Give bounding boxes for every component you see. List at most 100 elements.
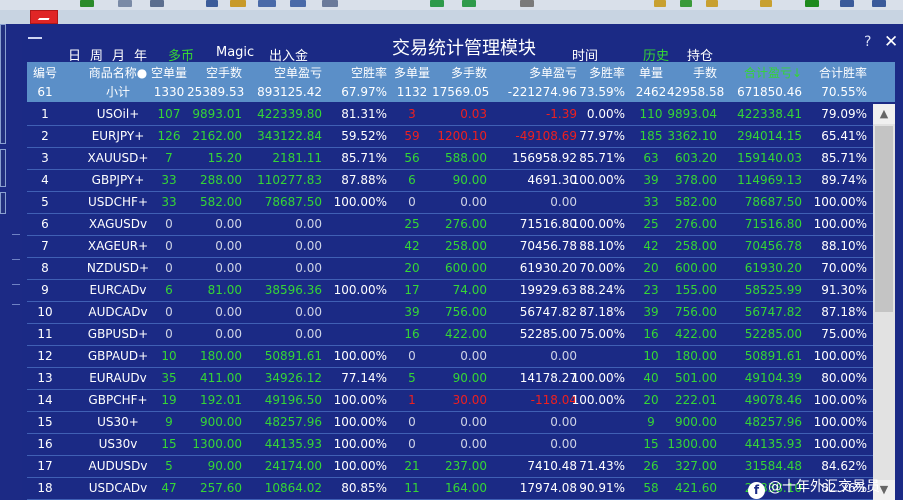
table-cell: 65.41% <box>821 129 867 143</box>
table-cell: 14178.27 <box>519 371 577 385</box>
summary-cell: 1330 <box>153 85 185 99</box>
table-cell: 20 <box>404 261 420 275</box>
table-cell: 237.00 <box>445 459 487 473</box>
col-id[interactable]: 编号 <box>27 64 63 82</box>
table-cell: 80.00% <box>821 371 867 385</box>
table-cell: 0.03 <box>460 107 487 121</box>
table-cell: 0 <box>408 415 416 429</box>
table-cell: 44135.93 <box>264 437 322 451</box>
table-cell: 100.00% <box>813 393 867 407</box>
table-cell: 25 <box>404 217 420 231</box>
table-cell: 0.00 <box>550 195 577 209</box>
scroll-up-icon[interactable]: ▲ <box>873 104 895 124</box>
table-cell: 100.00% <box>333 415 387 429</box>
table-row[interactable]: 4 GBPJPY+ 33 288.00 110277.83 87.88% 6 90.00 469… <box>27 170 873 192</box>
table-cell: 276.00 <box>445 217 487 231</box>
table-cell: 49196.50 <box>264 393 322 407</box>
table-cell: 0.00 <box>215 327 242 341</box>
table-row[interactable]: 1 USOil+ 107 9893.01 422339.80 81.31% 3 0.03 -1.… <box>27 104 873 126</box>
table-cell: 49078.46 <box>744 393 802 407</box>
table-cell: 0.00 <box>460 415 487 429</box>
table-cell: 17 <box>37 459 53 473</box>
table-row[interactable]: 18 USDCADv 47 257.60 10864.02 80.85% 11 164.00 1… <box>27 478 873 500</box>
scroll-thumb[interactable] <box>875 126 893 312</box>
col-long-pnl[interactable]: 多单盈亏 <box>487 64 577 82</box>
table-cell: 185 <box>639 129 663 143</box>
magic-filter-button[interactable]: Magic <box>216 45 254 60</box>
col-short-pnl[interactable]: 空单盈亏 <box>237 64 322 82</box>
col-total-lots[interactable]: 手数 <box>667 64 717 82</box>
col-short-count[interactable]: 空单量 <box>149 64 189 82</box>
table-cell: 1300.00 <box>667 437 717 451</box>
table-cell: 90.00 <box>207 459 242 473</box>
summary-cell: 70.55% <box>821 85 867 99</box>
table-cell: 411.00 <box>200 371 242 385</box>
table-cell: 156958.92 <box>512 151 577 165</box>
table-cell: 87.18% <box>821 305 867 319</box>
close-icon[interactable]: ✕ <box>884 32 898 52</box>
table-cell: 17974.08 <box>519 481 577 495</box>
table-cell: 75.00% <box>821 327 867 341</box>
col-long-lots[interactable]: 多手数 <box>432 64 487 82</box>
table-row[interactable]: 2 EURJPY+ 126 2162.00 343122.84 59.52% 59 1200.… <box>27 126 873 148</box>
table-row[interactable]: 3 XAUUSD+ 7 15.20 2181.11 85.71% 56 588.00 15695… <box>27 148 873 170</box>
table-cell: 2 <box>41 129 49 143</box>
table-cell: 81.00 <box>207 283 242 297</box>
table-cell: 70.00% <box>579 261 625 275</box>
table-cell: 582.00 <box>675 195 717 209</box>
table-row[interactable]: 10 AUDCADv 0 0.00 0.00 39 756.00 56747.82 87.18%… <box>27 302 873 324</box>
table-cell: 59.52% <box>341 129 387 143</box>
table-row[interactable]: 16 US30v 15 1300.00 44135.93 100.00% 0 0.00 0.00… <box>27 434 873 456</box>
table-row[interactable]: 15 US30+ 9 900.00 48257.96 100.00% 0 0.00 0.00 9 9… <box>27 412 873 434</box>
table-cell: 422.00 <box>675 327 717 341</box>
table-cell: 100.00% <box>813 217 867 231</box>
minimize-button[interactable] <box>28 37 42 39</box>
table-cell: 78687.50 <box>744 195 802 209</box>
table-cell: 3 <box>41 151 49 165</box>
table-row[interactable]: 8 NZDUSD+ 0 0.00 0.00 20 600.00 61930.20 70.00% 2… <box>27 258 873 280</box>
col-short-winrate[interactable]: 空胜率 <box>327 64 387 82</box>
table-row[interactable]: 11 GBPUSD+ 0 0.00 0.00 16 422.00 52285.00 75.00%… <box>27 324 873 346</box>
table-row[interactable]: 9 EURCADv 6 81.00 38596.36 100.00% 17 74.00 1992… <box>27 280 873 302</box>
help-icon[interactable]: ? <box>864 34 871 50</box>
table-cell: 107 <box>157 107 181 121</box>
table-row[interactable]: 7 XAGEUR+ 0 0.00 0.00 42 258.00 70456.78 88.10% 4… <box>27 236 873 258</box>
table-cell: 114969.13 <box>737 173 802 187</box>
summary-cell: 42958.58 <box>667 85 725 99</box>
table-row[interactable]: 6 XAGUSDv 0 0.00 0.00 25 276.00 71516.80 100.00%… <box>27 214 873 236</box>
table-cell: 89.74% <box>821 173 867 187</box>
table-cell: 378.00 <box>675 173 717 187</box>
table-cell: 52285.00 <box>744 327 802 341</box>
table-cell: 13 <box>37 371 53 385</box>
table-row[interactable]: 14 GBPCHF+ 19 192.01 49196.50 100.00% 1 30.00 -1… <box>27 390 873 412</box>
table-cell: 582.00 <box>200 195 242 209</box>
table-cell: 0.00 <box>295 261 322 275</box>
table-cell: 155.00 <box>675 283 717 297</box>
symbol-table-body[interactable]: 1 USOil+ 107 9893.01 422339.80 81.31% 3 0.03 -1.… <box>27 104 873 500</box>
table-row[interactable]: 13 EURAUDv 35 411.00 34926.12 77.14% 5 90.00 141… <box>27 368 873 390</box>
table-row[interactable]: 17 AUDUSDv 5 90.00 24174.00 100.00% 21 237.00 74… <box>27 456 873 478</box>
table-cell: 0.00 <box>295 239 322 253</box>
col-total-pnl[interactable]: 合计盈亏↓ <box>717 64 802 82</box>
col-long-winrate[interactable]: 多胜率 <box>567 64 625 82</box>
table-cell: 31584.48 <box>744 459 802 473</box>
col-long-count[interactable]: 多单量 <box>391 64 433 82</box>
table-cell: 7410.48 <box>527 459 577 473</box>
table-cell: 0.00 <box>215 305 242 319</box>
table-cell: 1200.10 <box>437 129 487 143</box>
table-row[interactable]: 5 USDCHF+ 33 582.00 78687.50 100.00% 0 0.00 0.00… <box>27 192 873 214</box>
table-cell: 75.00% <box>579 327 625 341</box>
col-total-winrate[interactable]: 合计胜率 <box>807 64 867 82</box>
table-cell: 0 <box>408 437 416 451</box>
table-cell: 0.00 <box>460 349 487 363</box>
table-cell: 70456.78 <box>519 239 577 253</box>
col-total-count[interactable]: 单量 <box>633 64 669 82</box>
table-cell: 11 <box>404 481 420 495</box>
table-row[interactable]: 12 GBPAUD+ 10 180.00 50891.61 100.00% 0 0.00 0.0… <box>27 346 873 368</box>
col-short-lots[interactable]: 空手数 <box>187 64 242 82</box>
table-cell: 71.43% <box>579 459 625 473</box>
vertical-scrollbar[interactable]: ▲ ▼ <box>873 104 895 500</box>
table-cell: 58525.99 <box>744 283 802 297</box>
chart-tab-icon[interactable] <box>30 10 58 24</box>
table-cell: 71516.80 <box>519 217 577 231</box>
